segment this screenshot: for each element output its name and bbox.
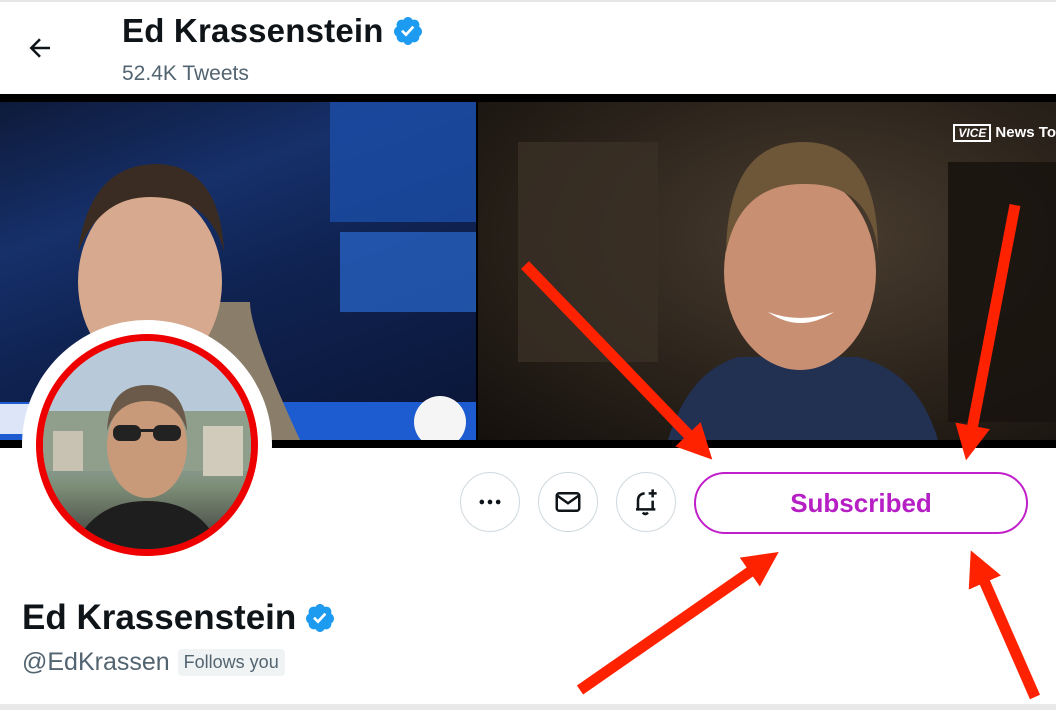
banner-photo-right: VICE News To [478, 102, 1056, 440]
annotation-arrow-3 [576, 551, 779, 695]
bell-plus-icon [636, 489, 657, 516]
subscribed-button[interactable]: Subscribed [694, 472, 1028, 534]
follows-you-badge: Follows you [177, 649, 285, 676]
verified-badge-icon [306, 604, 335, 632]
profile-avatar[interactable] [22, 320, 272, 570]
avatar-photo [36, 334, 258, 556]
vice-news-logo: VICE News To [953, 124, 1056, 142]
handle-row: @EdKrassen Follows you [22, 648, 285, 677]
more-button[interactable] [460, 472, 520, 532]
avatar-illustration [43, 341, 251, 549]
notifications-button[interactable] [616, 472, 676, 532]
annotation-arrow-4 [968, 550, 1041, 700]
banner-right-illustration [518, 142, 1056, 440]
profile-name-text: Ed Krassenstein [22, 598, 297, 637]
arrow-left-icon [29, 38, 50, 58]
more-horizontal-icon [479, 499, 501, 505]
profile-handle: @EdKrassen [22, 648, 170, 676]
tweet-count: 52.4K Tweets [122, 62, 249, 85]
profile-name: Ed Krassenstein [22, 598, 336, 638]
back-button[interactable] [20, 28, 60, 68]
mail-icon [555, 492, 581, 512]
verified-badge-icon [393, 17, 422, 45]
message-button[interactable] [538, 472, 598, 532]
header-title: Ed Krassenstein [122, 12, 424, 50]
header-name-text: Ed Krassenstein [122, 12, 384, 49]
